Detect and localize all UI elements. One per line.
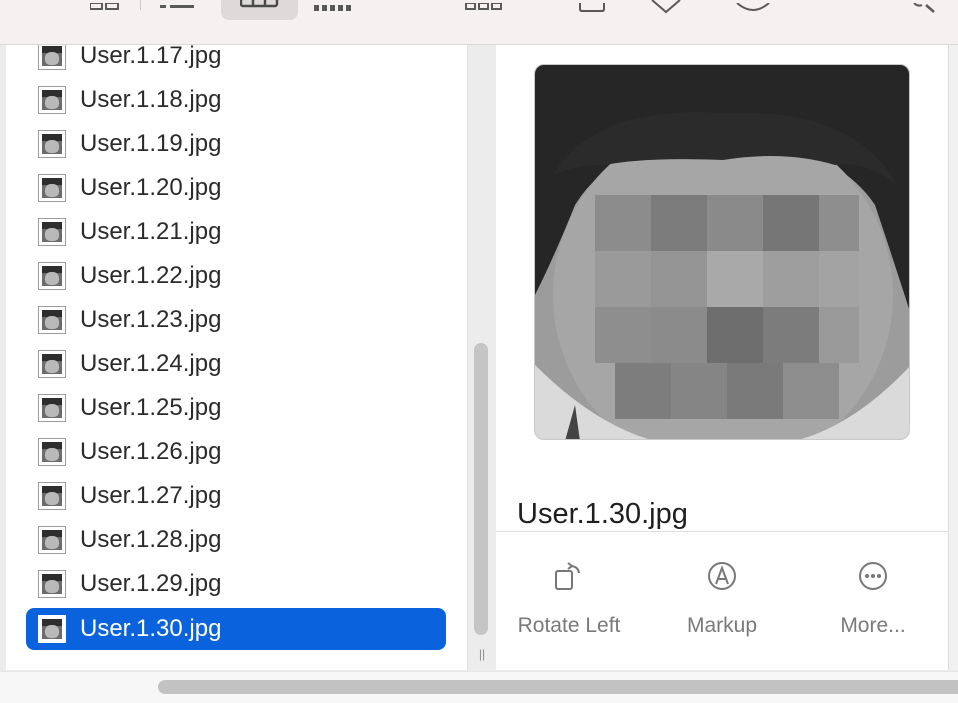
group-button[interactable] (465, 0, 505, 20)
preview-divider (496, 531, 948, 532)
rotate-left-button[interactable]: Rotate Left (499, 559, 639, 639)
image-thumbnail (38, 615, 66, 643)
next-column-edge (948, 45, 958, 670)
file-name: User.1.20.jpg (80, 174, 222, 201)
markup-button[interactable]: Markup (652, 559, 792, 639)
gallery-view-button[interactable] (314, 0, 354, 20)
file-item[interactable]: User.1.20.jpg (26, 167, 446, 209)
file-item[interactable]: User.1.28.jpg (26, 519, 446, 561)
image-thumbnail (38, 262, 66, 290)
file-name: User.1.29.jpg (80, 570, 222, 597)
file-name: User.1.25.jpg (80, 394, 222, 421)
finder-toolbar (0, 0, 958, 45)
file-name: User.1.18.jpg (80, 86, 222, 113)
file-name: User.1.21.jpg (80, 218, 222, 245)
column-view-button[interactable] (221, 0, 298, 20)
image-thumbnail (38, 174, 66, 202)
file-name: User.1.17.jpg (80, 45, 222, 69)
tag-button[interactable] (650, 0, 684, 20)
grid-icon (89, 2, 119, 10)
rotate-left-icon (555, 562, 580, 590)
gallery-icon (314, 5, 351, 11)
file-name: User.1.19.jpg (80, 130, 222, 157)
file-item[interactable]: User.1.18.jpg (26, 79, 446, 121)
image-thumbnail (38, 570, 66, 598)
share-icon (579, 3, 605, 12)
action-icon (736, 2, 770, 11)
image-thumbnail (38, 394, 66, 422)
image-thumbnail (38, 526, 66, 554)
file-item[interactable]: User.1.27.jpg (26, 475, 446, 517)
rotate-left-label: Rotate Left (517, 614, 621, 637)
file-name: User.1.22.jpg (80, 262, 222, 289)
file-name: User.1.28.jpg (80, 526, 222, 553)
file-item[interactable]: User.1.23.jpg (26, 299, 446, 341)
face-photo (535, 65, 909, 439)
tag-icon (651, 0, 681, 14)
preview-filename: User.1.30.jpg (517, 498, 688, 530)
file-item-selected[interactable]: User.1.30.jpg (26, 608, 446, 650)
image-thumbnail (38, 350, 66, 378)
file-name: User.1.27.jpg (80, 482, 222, 509)
search-icon (913, 2, 935, 13)
horizontal-scrollbar-thumb[interactable] (158, 680, 958, 694)
file-item[interactable]: User.1.22.jpg (26, 255, 446, 297)
icon-view-button[interactable] (89, 0, 120, 20)
image-preview (534, 64, 910, 440)
image-thumbnail (38, 438, 66, 466)
file-item[interactable]: User.1.17.jpg (26, 45, 446, 77)
columns-icon (240, 0, 279, 8)
image-thumbnail (38, 218, 66, 246)
share-button[interactable] (578, 0, 608, 20)
search-button[interactable] (912, 0, 942, 20)
markup-label: Markup (686, 614, 758, 637)
file-item[interactable]: User.1.21.jpg (26, 211, 446, 253)
column-scrollbar-thumb[interactable] (474, 343, 488, 635)
more-button[interactable]: More... (803, 559, 943, 639)
action-button[interactable] (736, 0, 770, 20)
list-icon (160, 5, 194, 8)
markup-icon (708, 562, 736, 590)
horizontal-scrollbar[interactable] (0, 671, 958, 703)
file-item[interactable]: User.1.19.jpg (26, 123, 446, 165)
image-thumbnail (38, 130, 66, 158)
image-thumbnail (38, 306, 66, 334)
file-column[interactable]: User.1.17.jpg User.1.18.jpg User.1.19.jp… (6, 45, 468, 670)
file-item[interactable]: User.1.25.jpg (26, 387, 446, 429)
group-icon (465, 2, 502, 10)
more-icon (859, 562, 887, 590)
file-name: User.1.23.jpg (80, 306, 222, 333)
file-name: User.1.26.jpg (80, 438, 222, 465)
column-resize-handle[interactable]: || (474, 646, 490, 662)
image-thumbnail (38, 45, 66, 70)
file-item[interactable]: User.1.26.jpg (26, 431, 446, 473)
image-thumbnail (38, 482, 66, 510)
file-item[interactable]: User.1.24.jpg (26, 343, 446, 385)
preview-pane: User.1.30.jpg Rotate Left Markup More... (496, 45, 948, 670)
file-item[interactable]: User.1.29.jpg (26, 563, 446, 605)
more-label: More... (840, 614, 906, 637)
toolbar-divider (140, 0, 141, 10)
image-thumbnail (38, 86, 66, 114)
file-name: User.1.24.jpg (80, 350, 222, 377)
list-view-button[interactable] (160, 0, 196, 20)
file-name: User.1.30.jpg (80, 615, 222, 642)
